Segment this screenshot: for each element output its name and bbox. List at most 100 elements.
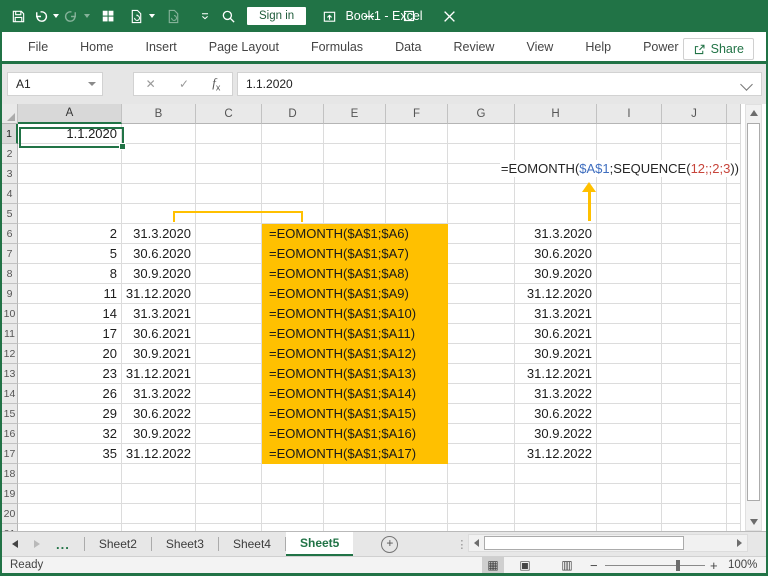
- document-refresh-icon[interactable]: [126, 6, 146, 26]
- grid-cell[interactable]: [727, 244, 741, 264]
- grid-cell[interactable]: [662, 224, 727, 244]
- grid-cell[interactable]: [727, 484, 741, 504]
- grid-cell[interactable]: [597, 524, 662, 531]
- ribbon-tab-insert[interactable]: Insert: [130, 40, 193, 54]
- scroll-left-icon[interactable]: [474, 539, 479, 547]
- cell-A8[interactable]: 8: [18, 264, 122, 284]
- grid-cell[interactable]: [386, 124, 448, 144]
- grid-cell[interactable]: [515, 464, 597, 484]
- cell-A10[interactable]: 14: [18, 304, 122, 324]
- ribbon-display-options-icon[interactable]: [312, 3, 346, 29]
- cell-H6[interactable]: 31.3.2020: [515, 224, 597, 244]
- active-cell-border[interactable]: [19, 127, 126, 150]
- grid-cell[interactable]: [122, 464, 196, 484]
- previous-sheet-icon[interactable]: [12, 540, 18, 548]
- column-header-E[interactable]: E: [324, 104, 386, 124]
- grid-cell[interactable]: [515, 124, 597, 144]
- cell-H10[interactable]: 31.3.2021: [515, 304, 597, 324]
- cell-H14[interactable]: 31.3.2022: [515, 384, 597, 404]
- cell-H15[interactable]: 30.6.2022: [515, 404, 597, 424]
- formula-cell-D17[interactable]: =EOMONTH($A$1;$A17): [262, 444, 448, 464]
- grid-cell[interactable]: [196, 424, 262, 444]
- column-header-A[interactable]: A: [18, 104, 122, 124]
- fill-handle[interactable]: [119, 143, 126, 150]
- cell-B9[interactable]: 31.12.2020: [122, 284, 196, 304]
- grid-cell[interactable]: [727, 204, 741, 224]
- sheet-tab-sheet5-active[interactable]: Sheet5: [285, 532, 354, 556]
- horizontal-scrollbar[interactable]: [468, 534, 748, 552]
- grid-cell[interactable]: [262, 184, 324, 204]
- column-header-C[interactable]: C: [196, 104, 262, 124]
- grid-cell[interactable]: [448, 304, 515, 324]
- cell-A16[interactable]: 32: [18, 424, 122, 444]
- grid-cell[interactable]: [18, 524, 122, 531]
- cell-B12[interactable]: 30.9.2021: [122, 344, 196, 364]
- grid-cell[interactable]: [196, 324, 262, 344]
- grid-cell[interactable]: [597, 444, 662, 464]
- cancel-icon[interactable]: ✕: [146, 77, 156, 91]
- cell-H16[interactable]: 30.9.2022: [515, 424, 597, 444]
- formula-cell-D6[interactable]: =EOMONTH($A$1;$A6): [262, 224, 448, 244]
- grid-cell[interactable]: [727, 184, 741, 204]
- cell-B13[interactable]: 31.12.2021: [122, 364, 196, 384]
- grid-cell[interactable]: [196, 184, 262, 204]
- grid-cell[interactable]: [196, 124, 262, 144]
- column-header-G[interactable]: G: [448, 104, 515, 124]
- grid-cell[interactable]: [662, 484, 727, 504]
- more-sheets-button[interactable]: ...: [56, 537, 70, 552]
- grid-cell[interactable]: [448, 364, 515, 384]
- grid-cell[interactable]: [448, 424, 515, 444]
- row-header-2[interactable]: 2: [2, 144, 18, 164]
- formula-cell-D14[interactable]: =EOMONTH($A$1;$A14): [262, 384, 448, 404]
- grid-cell[interactable]: [448, 184, 515, 204]
- grid-cell[interactable]: [597, 464, 662, 484]
- grid-cell[interactable]: [727, 284, 741, 304]
- grid-cell[interactable]: [386, 144, 448, 164]
- grid-cell[interactable]: [515, 504, 597, 524]
- cell-B10[interactable]: 31.3.2021: [122, 304, 196, 324]
- grid-cell[interactable]: [597, 264, 662, 284]
- scroll-down-icon[interactable]: [746, 514, 761, 530]
- maximize-icon[interactable]: [392, 3, 426, 29]
- grid-cell[interactable]: [324, 124, 386, 144]
- grid-cell[interactable]: [386, 524, 448, 531]
- row-header-20[interactable]: 20: [2, 504, 18, 524]
- grid-cell[interactable]: [448, 464, 515, 484]
- grid-cell[interactable]: [662, 244, 727, 264]
- grid-cell[interactable]: [324, 204, 386, 224]
- grid-cell[interactable]: [448, 284, 515, 304]
- ribbon-tab-formulas[interactable]: Formulas: [295, 40, 379, 54]
- grid-cell[interactable]: [597, 204, 662, 224]
- grid-cell[interactable]: [662, 384, 727, 404]
- grid-cell[interactable]: [448, 384, 515, 404]
- grid-cell[interactable]: [196, 304, 262, 324]
- grid-cell[interactable]: [18, 504, 122, 524]
- ribbon-tab-home[interactable]: Home: [64, 40, 129, 54]
- row-header-1[interactable]: 1: [2, 124, 18, 144]
- row-header-13[interactable]: 13: [2, 364, 18, 384]
- grid-icon[interactable]: [98, 6, 118, 26]
- grid-cell[interactable]: [515, 524, 597, 531]
- grid-cell[interactable]: [662, 124, 727, 144]
- grid-cell[interactable]: [18, 464, 122, 484]
- grid-cell[interactable]: [196, 284, 262, 304]
- grid-cell[interactable]: [122, 164, 196, 184]
- row-header-17[interactable]: 17: [2, 444, 18, 464]
- grid-cell[interactable]: [324, 464, 386, 484]
- grid-cell[interactable]: [597, 284, 662, 304]
- row-header-16[interactable]: 16: [2, 424, 18, 444]
- grid-cell[interactable]: [515, 484, 597, 504]
- grid-cell[interactable]: [196, 524, 262, 531]
- grid-cell[interactable]: [597, 224, 662, 244]
- grid-cell[interactable]: [448, 124, 515, 144]
- name-box[interactable]: A1: [7, 72, 103, 96]
- ribbon-tab-file[interactable]: File: [12, 40, 64, 54]
- cell-H17[interactable]: 31.12.2022: [515, 444, 597, 464]
- grid-cell[interactable]: [448, 244, 515, 264]
- row-header-5[interactable]: 5: [2, 204, 18, 224]
- grid-cell[interactable]: [597, 384, 662, 404]
- grid-cell[interactable]: [196, 144, 262, 164]
- grid-cell[interactable]: [448, 324, 515, 344]
- cell-B16[interactable]: 30.9.2022: [122, 424, 196, 444]
- grid-cell[interactable]: [597, 404, 662, 424]
